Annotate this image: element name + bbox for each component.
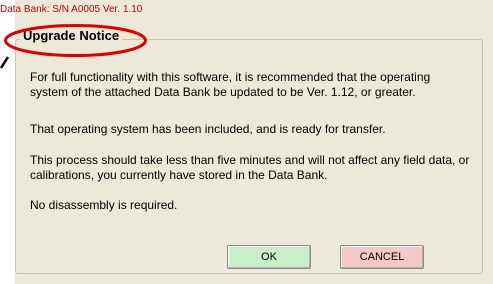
cancel-button[interactable]: CANCEL — [340, 245, 424, 269]
annotation-arrow-icon — [0, 56, 10, 69]
upgrade-notice-title: Upgrade Notice — [20, 28, 123, 43]
ok-button[interactable]: OK — [227, 245, 311, 269]
upgrade-notice-dialog: Data Bank: S/N A0005 Ver. 1.10 Upgrade N… — [0, 0, 493, 284]
notice-paragraph-2: That operating system has been included,… — [30, 122, 386, 136]
notice-paragraph-4: No disassembly is required. — [30, 198, 178, 212]
data-bank-info-label: Data Bank: S/N A0005 Ver. 1.10 — [0, 4, 143, 15]
notice-paragraph-1: For full functionality with this softwar… — [30, 70, 431, 99]
notice-paragraph-3: This process should take less than five … — [30, 153, 470, 182]
